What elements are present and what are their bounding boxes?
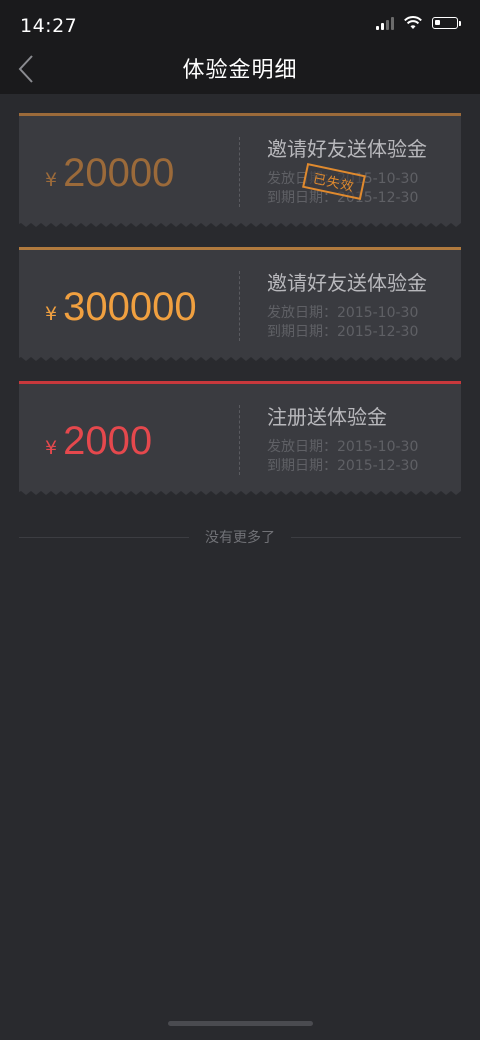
bonus-amount: ¥ 2000 xyxy=(45,419,152,464)
card-divider xyxy=(239,271,240,341)
amount-value: 2000 xyxy=(63,419,153,463)
bonus-card[interactable]: ¥ 300000 邀请好友送体验金 发放日期：2015-10-30 到期日期：2… xyxy=(19,247,461,361)
status-time: 14:27 xyxy=(20,15,78,37)
list-end-indicator: 没有更多了 xyxy=(19,527,461,547)
status-bar: 14:27 xyxy=(0,0,480,44)
battery-icon xyxy=(432,17,461,29)
amount-value: 20000 xyxy=(63,151,175,195)
currency-symbol: ¥ xyxy=(45,437,58,459)
card-zigzag-edge xyxy=(19,222,461,227)
bonus-card[interactable]: ¥ 2000 注册送体验金 发放日期：2015-10-30 到期日期：2015-… xyxy=(19,381,461,495)
card-divider xyxy=(239,137,240,207)
card-top-line xyxy=(19,113,461,116)
status-icons xyxy=(376,16,461,30)
card-zigzag-edge xyxy=(19,356,461,361)
bonus-amount: ¥ 300000 xyxy=(45,285,197,330)
card-divider xyxy=(239,405,240,475)
issue-date: 发放日期：2015-10-30 xyxy=(267,305,419,321)
amount-value: 300000 xyxy=(63,285,197,329)
bonus-card-expired[interactable]: ¥ 20000 邀请好友送体验金 发放日期：2015-10-30 到期日期：20… xyxy=(19,113,461,227)
nav-bar: 体验金明细 xyxy=(0,44,480,94)
divider-line xyxy=(291,536,461,538)
no-more-text: 没有更多了 xyxy=(205,530,275,546)
expire-date: 到期日期：2015-12-30 xyxy=(267,458,419,474)
expire-date: 到期日期：2015-12-30 xyxy=(267,324,419,340)
divider-line xyxy=(19,536,189,538)
card-zigzag-edge xyxy=(19,490,461,495)
bonus-name: 邀请好友送体验金 xyxy=(267,137,427,161)
card-info: 注册送体验金 发放日期：2015-10-30 到期日期：2015-12-30 xyxy=(267,401,418,476)
home-indicator[interactable] xyxy=(168,1021,313,1026)
card-top-line xyxy=(19,381,461,384)
bonus-amount: ¥ 20000 xyxy=(45,151,174,196)
bonus-name: 邀请好友送体验金 xyxy=(267,271,427,295)
currency-symbol: ¥ xyxy=(45,303,58,325)
wifi-icon xyxy=(404,16,422,29)
issue-date: 发放日期：2015-10-30 xyxy=(267,439,419,455)
cellular-signal-icon xyxy=(376,16,394,30)
page-title: 体验金明细 xyxy=(182,58,298,83)
bonus-name: 注册送体验金 xyxy=(267,405,387,429)
currency-symbol: ¥ xyxy=(45,169,58,191)
card-top-line xyxy=(19,247,461,250)
card-info: 邀请好友送体验金 发放日期：2015-10-30 到期日期：2015-12-30 xyxy=(267,267,427,342)
